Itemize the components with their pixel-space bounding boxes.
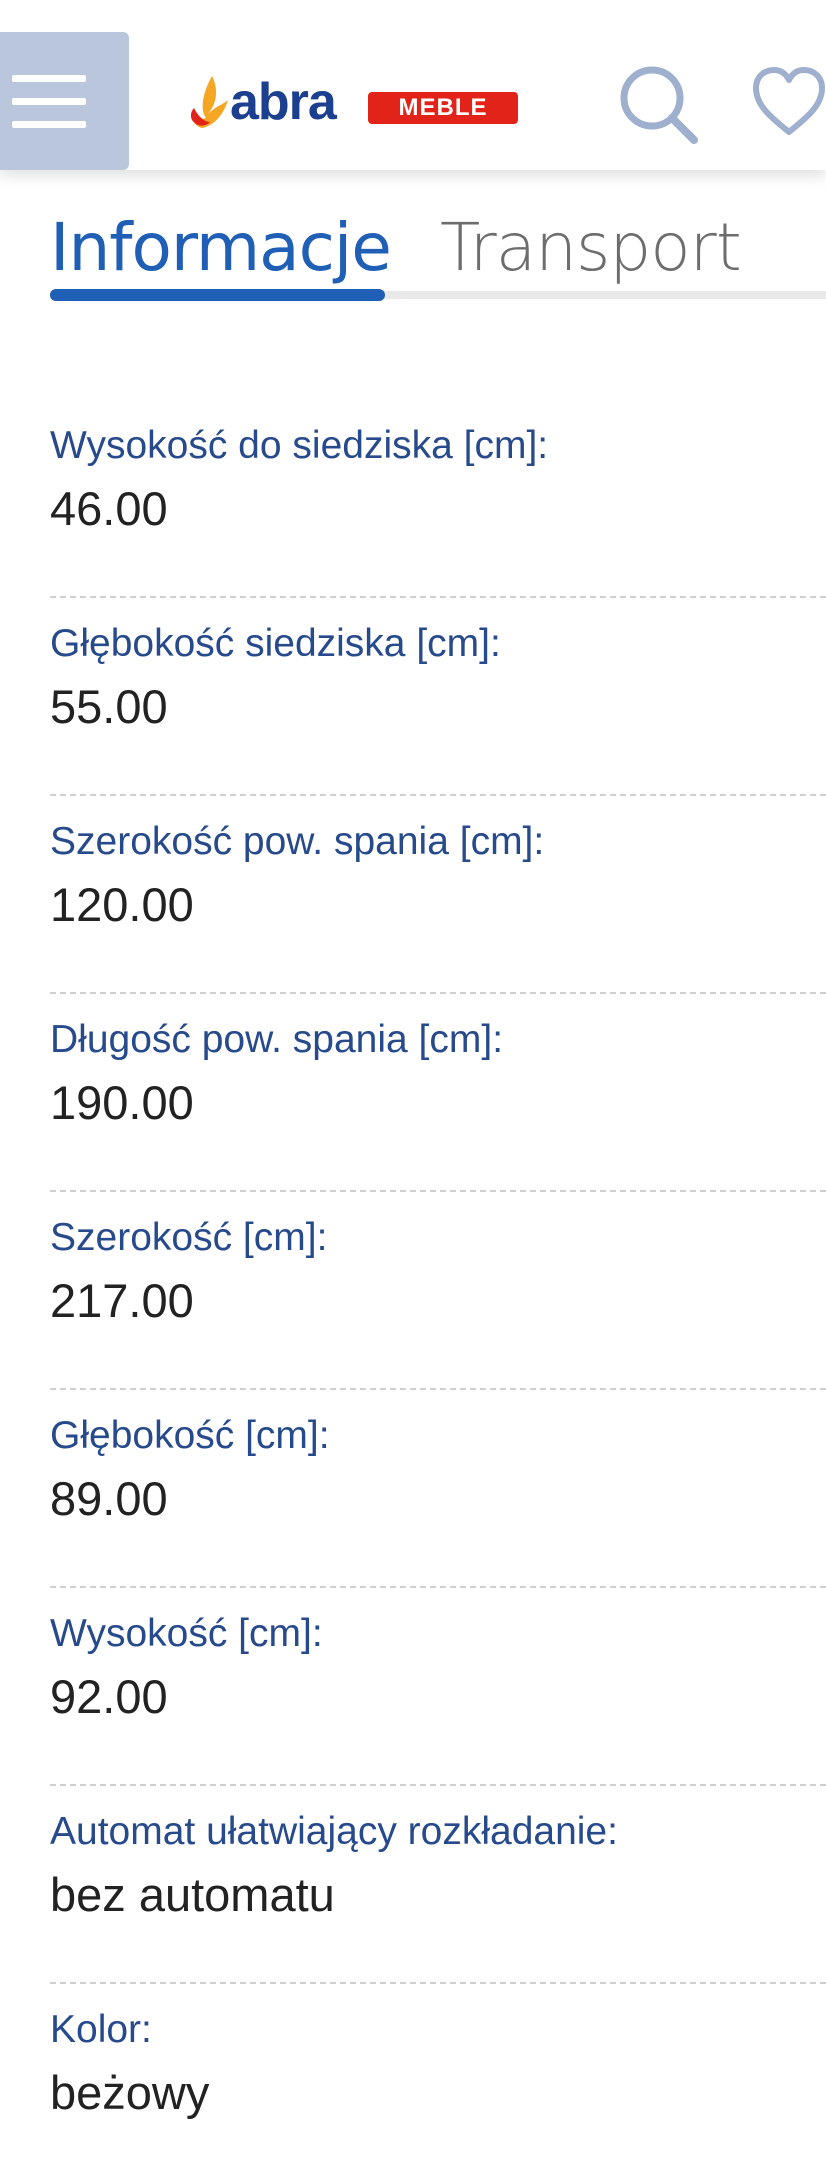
- spec-value: 55.00: [50, 680, 168, 733]
- logo-flame-icon: [190, 76, 228, 128]
- spec-label: Głębokość siedziska [cm]:: [50, 622, 501, 665]
- spec-value: 190.00: [50, 1076, 194, 1129]
- spec-list: Wysokość do siedziska [cm]: 46.00 Głębok…: [50, 400, 826, 2182]
- active-tab-indicator: [50, 289, 385, 301]
- spec-label: Długość pow. spania [cm]:: [50, 1018, 504, 1061]
- spec-label: Automat ułatwiający rozkładanie:: [50, 1810, 618, 1853]
- product-tabs: Informacje Transport: [50, 196, 826, 306]
- spec-value: 120.00: [50, 878, 194, 931]
- search-button[interactable]: [616, 62, 700, 151]
- spec-value: 89.00: [50, 1472, 168, 1525]
- spec-value: 46.00: [50, 482, 168, 535]
- spec-row: Szerokość pow. spania [cm]: 120.00: [50, 796, 826, 994]
- spec-label: Wysokość do siedziska [cm]:: [50, 424, 549, 467]
- tab-informacje[interactable]: Informacje: [50, 210, 392, 286]
- spec-row: Długość pow. spania [cm]: 190.00: [50, 994, 826, 1192]
- spec-value: 92.00: [50, 1670, 168, 1723]
- favorites-button[interactable]: [752, 66, 826, 145]
- logo-word: abra: [230, 73, 337, 131]
- tab-transport[interactable]: Transport: [440, 210, 742, 286]
- menu-button[interactable]: [0, 32, 129, 170]
- spec-label: Szerokość [cm]:: [50, 1216, 328, 1259]
- spec-value: 217.00: [50, 1274, 194, 1327]
- spec-label: Głębokość [cm]:: [50, 1414, 330, 1457]
- spec-value: beżowy: [50, 2066, 210, 2119]
- spec-row: Szerokość [cm]: 217.00: [50, 1192, 826, 1390]
- spec-label: Wysokość [cm]:: [50, 1612, 323, 1655]
- spec-row: Głębokość siedziska [cm]: 55.00: [50, 598, 826, 796]
- spec-row: Kolor: beżowy: [50, 1984, 826, 2182]
- abra-logo[interactable]: abra MEBLE: [188, 74, 520, 132]
- spec-label: Szerokość pow. spania [cm]:: [50, 820, 545, 863]
- search-icon: [620, 66, 698, 144]
- heart-icon: [753, 67, 825, 135]
- site-header: abra MEBLE: [0, 0, 826, 170]
- spec-label: Kolor:: [50, 2008, 152, 2051]
- spec-row: Automat ułatwiający rozkładanie: bez aut…: [50, 1786, 826, 1984]
- spec-row: Głębokość [cm]: 89.00: [50, 1390, 826, 1588]
- spec-row: Wysokość do siedziska [cm]: 46.00: [50, 400, 826, 598]
- spec-row: Wysokość [cm]: 92.00: [50, 1588, 826, 1786]
- hamburger-icon: [12, 74, 86, 82]
- logo-badge: MEBLE: [368, 92, 518, 124]
- spec-value: bez automatu: [50, 1868, 335, 1921]
